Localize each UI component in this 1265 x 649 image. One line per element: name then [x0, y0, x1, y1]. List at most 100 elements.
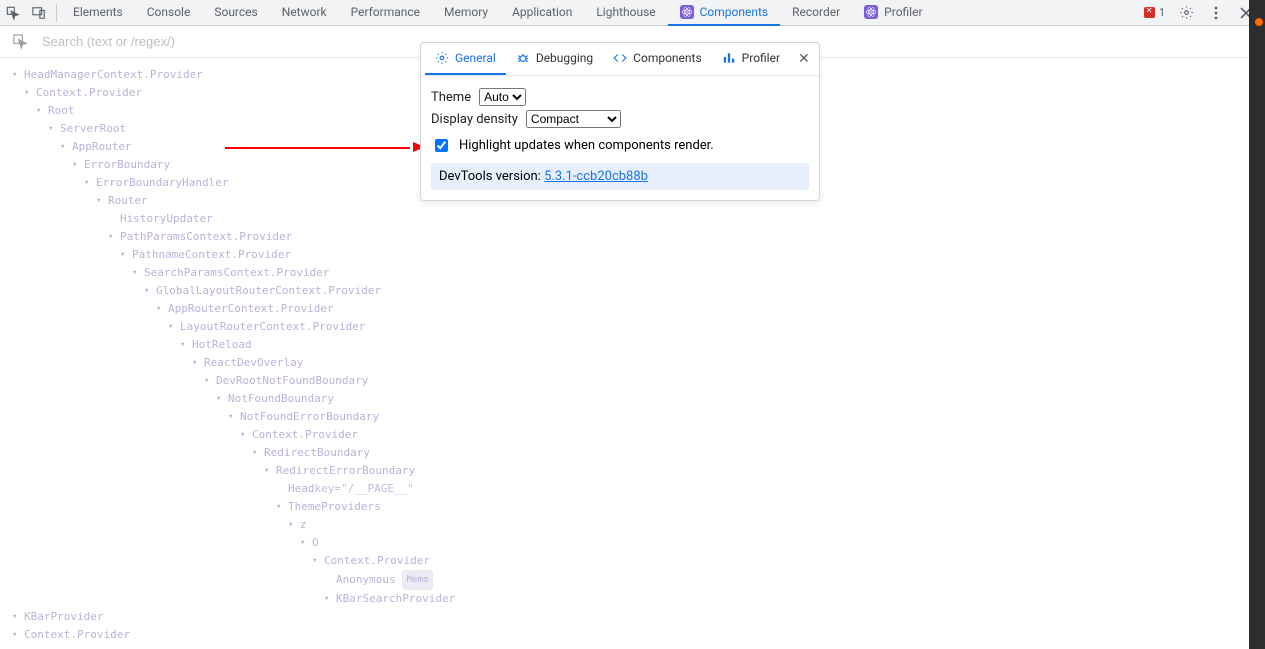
tree-node[interactable]: ▾z: [12, 516, 1248, 534]
tab-profiler[interactable]: Profiler: [852, 0, 934, 26]
caret-icon: ▾: [84, 174, 92, 192]
caret-icon: ▾: [288, 516, 296, 534]
caret-icon: ▾: [180, 336, 188, 354]
caret-icon: ▾: [216, 390, 224, 408]
tree-node[interactable]: ▾ReactDevOverlay: [12, 354, 1248, 372]
tree-node[interactable]: HistoryUpdater: [12, 210, 1248, 228]
inspect-element-icon[interactable]: [0, 0, 26, 26]
tree-node[interactable]: Head key="/__PAGE__": [12, 480, 1248, 498]
tree-node-label: ReactDevOverlay: [204, 354, 303, 372]
settings-close-icon[interactable]: ✕: [790, 51, 818, 67]
bar-chart-icon: [722, 51, 736, 65]
caret-icon: ▾: [312, 552, 320, 570]
tree-node-label: Context.Provider: [36, 84, 142, 102]
tree-node[interactable]: ▾LayoutRouterContext.Provider: [12, 318, 1248, 336]
tree-node-label: LayoutRouterContext.Provider: [180, 318, 365, 336]
tree-node[interactable]: ▾O: [12, 534, 1248, 552]
caret-icon: ▾: [60, 138, 68, 156]
tab-components[interactable]: Components: [668, 0, 781, 26]
caret-icon: ▾: [240, 426, 248, 444]
tab-sources[interactable]: Sources: [202, 0, 269, 26]
caret-icon: ▾: [168, 318, 176, 336]
settings-tab-strip: General Debugging Components Profiler ✕: [421, 43, 819, 76]
tab-performance[interactable]: Performance: [339, 0, 432, 26]
tree-node[interactable]: ▾SearchParamsContext.Provider: [12, 264, 1248, 282]
element-picker-icon[interactable]: [8, 30, 32, 54]
error-icon: [1144, 7, 1155, 18]
tree-node[interactable]: ▾RedirectBoundary: [12, 444, 1248, 462]
tab-elements[interactable]: Elements: [61, 0, 135, 26]
tree-node-label: PathnameContext.Provider: [132, 246, 291, 264]
tree-node[interactable]: ▾GlobalLayoutRouterContext.Provider: [12, 282, 1248, 300]
tree-node[interactable]: ▾DevRootNotFoundBoundary: [12, 372, 1248, 390]
tree-node-label: AppRouterContext.Provider: [168, 300, 334, 318]
caret-icon: ▾: [120, 246, 128, 264]
devtools-tab-strip: Elements Console Sources Network Perform…: [61, 0, 935, 26]
tree-node[interactable]: ▾Context.Provider: [12, 626, 1248, 644]
caret-icon: ▾: [108, 228, 116, 246]
devtools-version-row: DevTools version: 5.3.1-ccb20cb88b: [431, 163, 809, 190]
error-count: 1: [1159, 6, 1165, 19]
right-panel-sliver: [1249, 0, 1265, 649]
tree-node[interactable]: ▾PathParamsContext.Provider: [12, 228, 1248, 246]
tree-node-label: PathParamsContext.Provider: [120, 228, 292, 246]
tree-node[interactable]: ▾NotFoundBoundary: [12, 390, 1248, 408]
tab-recorder[interactable]: Recorder: [780, 0, 852, 26]
tree-node[interactable]: ▾AppRouterContext.Provider: [12, 300, 1248, 318]
tree-node[interactable]: ▾ThemeProviders: [12, 498, 1248, 516]
tree-node[interactable]: ▾HotReload: [12, 336, 1248, 354]
tree-node-label: Root: [48, 102, 75, 120]
tree-node[interactable]: ▾Context.Provider: [12, 552, 1248, 570]
settings-tab-general[interactable]: General: [425, 43, 506, 75]
caret-icon: ▾: [72, 156, 80, 174]
settings-tab-components[interactable]: Components: [603, 43, 712, 75]
tab-memory[interactable]: Memory: [432, 0, 500, 26]
tree-node-label: ServerRoot: [60, 120, 126, 138]
tree-node-label: SearchParamsContext.Provider: [144, 264, 329, 282]
react-icon: [864, 5, 878, 19]
tree-node-label: Anonymous: [336, 571, 396, 589]
caret-icon: ▾: [324, 590, 332, 608]
error-indicator[interactable]: 1: [1140, 6, 1169, 19]
caret-icon: ▾: [144, 282, 152, 300]
tab-console[interactable]: Console: [135, 0, 203, 26]
tree-node-badge: Memo: [402, 570, 434, 590]
devtools-version-link[interactable]: 5.3.1-ccb20cb88b: [544, 169, 648, 184]
tree-node[interactable]: ▾RedirectErrorBoundary: [12, 462, 1248, 480]
theme-select[interactable]: Auto: [479, 88, 526, 106]
highlight-checkbox[interactable]: [435, 139, 448, 152]
notification-dot-icon: [1255, 18, 1263, 26]
gear-icon: [435, 51, 449, 65]
caret-icon: ▾: [156, 300, 164, 318]
device-toolbar-icon[interactable]: [26, 0, 52, 26]
tree-node[interactable]: ▾Context.Provider: [12, 426, 1248, 444]
theme-label: Theme: [431, 90, 471, 105]
tree-node-label: Context.Provider: [324, 552, 430, 570]
tree-node[interactable]: ▾KBarSearchProvider: [12, 590, 1248, 608]
settings-tab-profiler[interactable]: Profiler: [712, 43, 790, 75]
settings-gear-icon[interactable]: [1173, 0, 1199, 26]
caret-icon: ▾: [192, 354, 200, 372]
tree-node-label: NotFoundErrorBoundary: [240, 408, 379, 426]
more-menu-icon[interactable]: [1203, 0, 1229, 26]
tree-node[interactable]: Anonymous Memo: [12, 570, 1248, 590]
tree-node[interactable]: ▾PathnameContext.Provider: [12, 246, 1248, 264]
tree-node-label: HeadManagerContext.Provider: [24, 66, 203, 84]
devtools-version-label: DevTools version:: [439, 169, 541, 184]
settings-tab-debugging[interactable]: Debugging: [506, 43, 603, 75]
tree-node-label: ThemeProviders: [288, 498, 381, 516]
tree-node[interactable]: ▾NotFoundErrorBoundary: [12, 408, 1248, 426]
tab-application[interactable]: Application: [500, 0, 584, 26]
caret-icon: ▾: [264, 462, 272, 480]
code-icon: [613, 51, 627, 65]
caret-icon: ▾: [12, 626, 20, 644]
caret-icon: ▾: [132, 264, 140, 282]
devtools-toolbar: Elements Console Sources Network Perform…: [0, 0, 1265, 26]
tree-node-label: KBarProvider: [24, 608, 103, 626]
tree-node-label: DevRootNotFoundBoundary: [216, 372, 368, 390]
tab-network[interactable]: Network: [270, 0, 339, 26]
tab-lighthouse[interactable]: Lighthouse: [584, 0, 667, 26]
highlight-label: Highlight updates when components render…: [459, 138, 714, 153]
density-select[interactable]: Compact: [526, 110, 621, 128]
tree-node[interactable]: ▾KBarProvider: [12, 608, 1248, 626]
